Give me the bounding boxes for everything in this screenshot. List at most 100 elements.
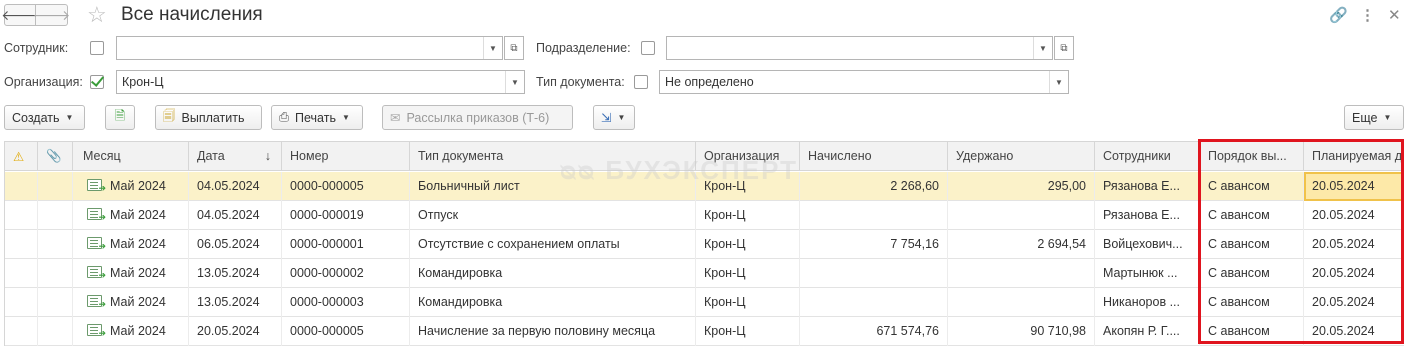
cell-doctype[interactable]: Командировка: [410, 259, 696, 288]
cell-order[interactable]: С авансом: [1200, 172, 1304, 201]
cell-employees[interactable]: Никаноров ...: [1095, 288, 1200, 317]
cell-date[interactable]: 06.05.2024: [189, 230, 282, 259]
create-button[interactable]: Создать ▼: [4, 105, 85, 130]
cell-month[interactable]: Май 2024: [73, 230, 189, 259]
table-row[interactable]: Май 2024 04.05.2024 0000-000019 Отпуск Крон-…: [5, 201, 1404, 230]
cell-number[interactable]: 0000-000019: [282, 201, 410, 230]
mailing-button[interactable]: ✉ Рассылка приказов (Т-6): [382, 105, 573, 130]
attachment-icon[interactable]: 📎: [38, 142, 73, 171]
table-row[interactable]: Май 2024 06.05.2024 0000-000001 Отсутствие …: [5, 230, 1404, 259]
forward-button[interactable]: 🡒: [33, 4, 70, 26]
header-date[interactable]: Дата ↓: [189, 142, 282, 171]
cell-org[interactable]: Крон-Ц: [696, 317, 800, 346]
cell-org[interactable]: Крон-Ц: [696, 172, 800, 201]
cell-doctype[interactable]: Командировка: [410, 288, 696, 317]
cell-doctype[interactable]: Отсутствие с сохранением оплаты: [410, 230, 696, 259]
cell-doctype[interactable]: Начисление за первую половину месяца: [410, 317, 696, 346]
cell-org[interactable]: Крон-Ц: [696, 259, 800, 288]
cell-warning[interactable]: [5, 172, 38, 201]
chevron-down-icon[interactable]: ▼: [1049, 71, 1068, 93]
more-button[interactable]: Еще ▼: [1344, 105, 1404, 130]
cell-planned[interactable]: 20.05.2024: [1304, 172, 1404, 201]
header-order[interactable]: Порядок вы...: [1200, 142, 1304, 171]
cell-withheld[interactable]: 90 710,98: [948, 317, 1095, 346]
cell-accrued[interactable]: 7 754,16: [800, 230, 948, 259]
header-doctype[interactable]: Тип документа: [410, 142, 696, 171]
cell-date[interactable]: 13.05.2024: [189, 259, 282, 288]
export-button[interactable]: ⇲ ▼: [593, 105, 635, 130]
cell-number[interactable]: 0000-000005: [282, 317, 410, 346]
documents-table[interactable]: ⚠ 📎 Месяц Дата ↓ Номер Тип документа Орга…: [4, 141, 1404, 346]
cell-planned[interactable]: 20.05.2024: [1304, 201, 1404, 230]
cell-withheld[interactable]: 2 694,54: [948, 230, 1095, 259]
cell-order[interactable]: С авансом: [1200, 259, 1304, 288]
cell-month[interactable]: Май 2024: [73, 259, 189, 288]
header-accrued[interactable]: Начислено: [800, 142, 948, 171]
header-employees[interactable]: Сотрудники: [1095, 142, 1200, 171]
cell-number[interactable]: 0000-000002: [282, 259, 410, 288]
department-checkbox[interactable]: [641, 41, 655, 55]
cell-employees[interactable]: Рязанова Е...: [1095, 201, 1200, 230]
cell-withheld[interactable]: [948, 201, 1095, 230]
cell-accrued[interactable]: 2 268,60: [800, 172, 948, 201]
cell-attachment[interactable]: [38, 172, 73, 201]
cell-number[interactable]: 0000-000005: [282, 172, 410, 201]
cell-order[interactable]: С авансом: [1200, 317, 1304, 346]
chevron-down-icon[interactable]: ▼: [505, 71, 524, 93]
open-icon[interactable]: ⧉: [1054, 36, 1074, 60]
table-row[interactable]: Май 2024 20.05.2024 0000-000005 Начисление …: [5, 317, 1404, 346]
table-row[interactable]: Май 2024 04.05.2024 0000-000005 Больничный …: [5, 172, 1404, 201]
cell-org[interactable]: Крон-Ц: [696, 288, 800, 317]
open-icon[interactable]: ⧉: [504, 36, 524, 60]
print-button[interactable]: ⎙ Печать ▼: [271, 105, 363, 130]
cell-employees[interactable]: Мартынюк ...: [1095, 259, 1200, 288]
header-number[interactable]: Номер: [282, 142, 410, 171]
chevron-down-icon[interactable]: ▼: [1033, 37, 1052, 59]
cell-order[interactable]: С авансом: [1200, 230, 1304, 259]
cell-warning[interactable]: [5, 317, 38, 346]
cell-attachment[interactable]: [38, 201, 73, 230]
cell-doctype[interactable]: Отпуск: [410, 201, 696, 230]
cell-withheld[interactable]: [948, 288, 1095, 317]
cell-accrued[interactable]: [800, 288, 948, 317]
cell-warning[interactable]: [5, 230, 38, 259]
cell-accrued[interactable]: 671 574,76: [800, 317, 948, 346]
cell-attachment[interactable]: [38, 317, 73, 346]
cell-number[interactable]: 0000-000001: [282, 230, 410, 259]
cell-month[interactable]: Май 2024: [73, 288, 189, 317]
cell-planned[interactable]: 20.05.2024: [1304, 317, 1404, 346]
cell-doctype[interactable]: Больничный лист: [410, 172, 696, 201]
header-planned[interactable]: Планируемая д: [1304, 142, 1404, 171]
cell-number[interactable]: 0000-000003: [282, 288, 410, 317]
cell-attachment[interactable]: [38, 288, 73, 317]
organization-checkbox[interactable]: [90, 75, 104, 89]
cell-accrued[interactable]: [800, 259, 948, 288]
department-field[interactable]: ▼ ⧉: [666, 36, 1074, 60]
warning-icon[interactable]: ⚠: [5, 142, 38, 171]
cell-month[interactable]: Май 2024: [73, 172, 189, 201]
add-copy-button[interactable]: 🗎: [105, 105, 135, 130]
cell-month[interactable]: Май 2024: [73, 317, 189, 346]
doctype-field[interactable]: Не определено ▼: [659, 70, 1069, 94]
table-row[interactable]: Май 2024 13.05.2024 0000-000002 Командировк…: [5, 259, 1404, 288]
cell-org[interactable]: Крон-Ц: [696, 230, 800, 259]
header-withheld[interactable]: Удержано: [948, 142, 1095, 171]
doctype-checkbox[interactable]: [634, 75, 648, 89]
cell-planned[interactable]: 20.05.2024: [1304, 288, 1404, 317]
link-icon[interactable]: 🔗: [1329, 6, 1348, 24]
cell-order[interactable]: С авансом: [1200, 288, 1304, 317]
cell-warning[interactable]: [5, 259, 38, 288]
cell-employees[interactable]: Рязанова Е...: [1095, 172, 1200, 201]
organization-field[interactable]: Крон-Ц ▼: [116, 70, 525, 94]
employee-field[interactable]: ▼ ⧉: [116, 36, 524, 60]
cell-warning[interactable]: [5, 201, 38, 230]
employee-checkbox[interactable]: [90, 41, 104, 55]
chevron-down-icon[interactable]: ▼: [483, 37, 502, 59]
cell-order[interactable]: С авансом: [1200, 201, 1304, 230]
cell-date[interactable]: 04.05.2024: [189, 201, 282, 230]
cell-date[interactable]: 20.05.2024: [189, 317, 282, 346]
cell-attachment[interactable]: [38, 259, 73, 288]
table-row[interactable]: Май 2024 13.05.2024 0000-000003 Командировк…: [5, 288, 1404, 317]
cell-attachment[interactable]: [38, 230, 73, 259]
close-icon[interactable]: ✕: [1388, 6, 1401, 24]
